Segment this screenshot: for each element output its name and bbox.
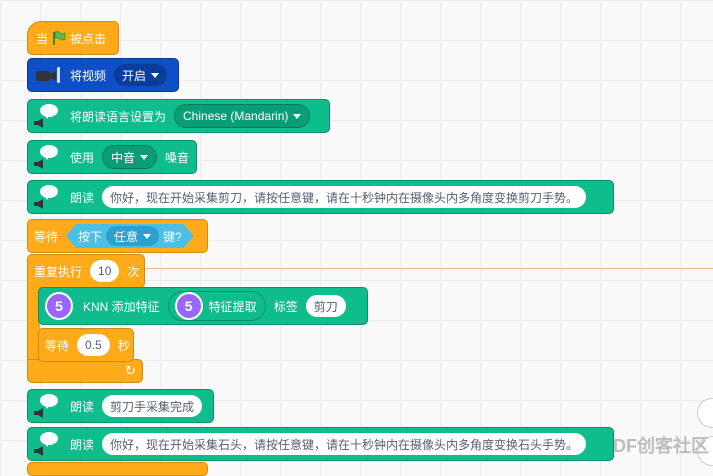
wait-seconds-block[interactable]: 等待 0.5 秒 bbox=[38, 328, 134, 362]
times-label: 次 bbox=[127, 264, 140, 279]
wait-label: 等待 bbox=[45, 338, 70, 353]
chevron-down-icon bbox=[151, 72, 160, 78]
key-label: 键? bbox=[163, 229, 182, 244]
repeat-block[interactable]: 重复执行 10 次 bbox=[27, 254, 145, 288]
feature-extract-label: 特征提取 bbox=[208, 299, 257, 314]
video-state-dropdown[interactable]: 开启 bbox=[114, 64, 168, 86]
canvas-guide-line bbox=[140, 268, 713, 269]
set-speech-language-block[interactable]: 将朗读语言设置为 Chinese (Mandarin) bbox=[27, 99, 330, 133]
clicked-label: 被点击 bbox=[70, 31, 107, 46]
set-language-label: 将朗读语言设置为 bbox=[70, 109, 167, 124]
ml-extension-icon: 5 bbox=[45, 292, 73, 320]
green-flag-icon bbox=[52, 31, 66, 45]
speak-label: 朗读 bbox=[70, 399, 95, 414]
chevron-down-icon bbox=[293, 113, 302, 119]
language-dropdown[interactable]: Chinese (Mandarin) bbox=[174, 104, 311, 128]
feature-extract-reporter[interactable]: 5 特征提取 bbox=[167, 291, 266, 321]
seconds-label: 秒 bbox=[117, 338, 130, 353]
speak-block[interactable]: 朗读 你好，现在开始采集石头，请按任意键，请在十秒钟内在摄像头内多角度变换石头手… bbox=[27, 427, 614, 461]
repeat-count-input[interactable]: 10 bbox=[90, 260, 120, 282]
set-voice-block[interactable]: 使用 中音 嗓音 bbox=[27, 140, 197, 174]
next-block-partial[interactable] bbox=[27, 462, 208, 476]
knn-add-feature-block[interactable]: 5 KNN 添加特征 5 特征提取 标签 剪刀 bbox=[38, 287, 368, 325]
speak-label: 朗读 bbox=[70, 190, 95, 205]
when-flag-clicked-block[interactable]: 当 被点击 bbox=[27, 21, 119, 55]
speak-text-input[interactable]: 你好，现在开始采集剪刀，请按任意键，请在十秒钟内在摄像头内多角度变换剪刀手势。 bbox=[102, 186, 587, 208]
wait-label: 等待 bbox=[34, 229, 59, 244]
chevron-down-icon bbox=[140, 154, 149, 160]
voice-dropdown[interactable]: 中音 bbox=[102, 145, 158, 169]
tag-label: 标签 bbox=[273, 299, 298, 314]
text-to-speech-icon bbox=[30, 101, 66, 131]
use-label: 使用 bbox=[70, 150, 95, 165]
wait-until-block[interactable]: 等待 按下 任意 键? bbox=[27, 219, 208, 253]
text-to-speech-icon bbox=[30, 391, 66, 421]
voice-value: 中音 bbox=[111, 150, 136, 165]
speak-block[interactable]: 朗读 你好，现在开始采集剪刀，请按任意键，请在十秒钟内在摄像头内多角度变换剪刀手… bbox=[27, 180, 614, 214]
video-state-value: 开启 bbox=[122, 68, 147, 83]
voice-label: 嗓音 bbox=[165, 150, 190, 165]
speak-block[interactable]: 朗读 剪刀手采集完成 bbox=[27, 389, 214, 423]
knn-label: KNN 添加特征 bbox=[83, 299, 160, 314]
chevron-down-icon bbox=[143, 234, 151, 239]
loop-arrow-icon: ↻ bbox=[125, 363, 136, 378]
ml-extension-icon: 5 bbox=[174, 292, 203, 320]
repeat-block-footer: ↻ bbox=[27, 359, 143, 383]
text-to-speech-icon bbox=[30, 429, 66, 459]
text-to-speech-icon bbox=[30, 182, 66, 212]
camera-icon bbox=[30, 63, 66, 87]
language-value: Chinese (Mandarin) bbox=[183, 109, 289, 123]
when-label: 当 bbox=[36, 31, 49, 46]
speak-text-input[interactable]: 你好，现在开始采集石头，请按任意键，请在十秒钟内在摄像头内多角度变换石头手势。 bbox=[102, 433, 587, 455]
zoom-in-button[interactable] bbox=[697, 398, 713, 428]
text-to-speech-icon bbox=[30, 142, 66, 172]
seconds-input[interactable]: 0.5 bbox=[77, 334, 110, 356]
tag-input[interactable]: 剪刀 bbox=[305, 295, 346, 317]
key-pressed-condition[interactable]: 按下 任意 键? bbox=[66, 224, 194, 248]
key-value: 任意 bbox=[114, 229, 139, 244]
video-toggle-block[interactable]: 将视频 开启 bbox=[27, 58, 179, 92]
key-dropdown[interactable]: 任意 bbox=[106, 226, 159, 246]
speak-text-input[interactable]: 剪刀手采集完成 bbox=[102, 395, 203, 417]
video-label: 将视频 bbox=[70, 68, 107, 83]
press-label: 按下 bbox=[78, 229, 103, 244]
repeat-label: 重复执行 bbox=[34, 264, 83, 279]
speak-label: 朗读 bbox=[70, 437, 95, 452]
site-watermark: DF创客社区 bbox=[613, 436, 709, 456]
